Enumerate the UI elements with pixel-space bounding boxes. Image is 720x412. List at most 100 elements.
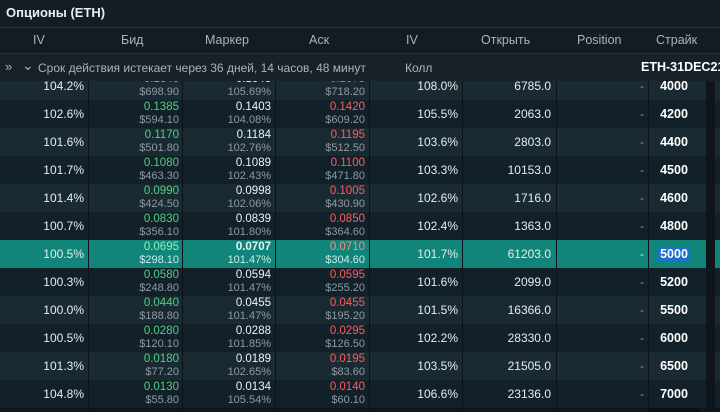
col-strike[interactable]: Страйк [656,33,697,47]
position-value: - [640,219,644,233]
strike-cell[interactable]: 4200 [648,100,700,128]
col-mark[interactable]: Маркер [205,33,249,47]
put-iv-value: 100.3% [43,275,84,289]
col-iv-call[interactable]: IV [406,33,418,47]
ask-price[interactable]: 0.1195 [331,129,365,141]
mark-iv: 101.47% [227,254,271,266]
mark-iv: 101.85% [227,338,271,350]
bid-price[interactable]: 0.0990 [144,185,179,197]
ask-price[interactable]: 0.0595 [330,269,365,281]
strike-cell[interactable]: 4600 [648,184,700,212]
open-interest: 16366.0 [507,303,551,317]
mark-price: 0.0455 [235,297,271,309]
mark-iv: 105.54% [227,394,271,406]
bid-price[interactable]: 0.1170 [145,129,179,141]
col-iv-put[interactable]: IV [33,33,45,47]
put-iv-value: 101.4% [43,191,84,205]
strike-value: 4600 [660,191,688,205]
open-interest: 1363.0 [514,219,551,233]
strike-cell[interactable]: 7000 [648,380,700,408]
strike-cell[interactable]: 5000 [648,240,700,268]
strike-cell[interactable]: 4000 [648,72,700,100]
ask-price[interactable]: 0.0850 [330,213,365,225]
position-value: - [640,359,644,373]
strike-cell[interactable]: 4400 [648,128,700,156]
bid-price[interactable]: 0.0130 [144,381,179,393]
double-chevron-icon[interactable]: » [5,59,12,74]
strike-cell[interactable]: 5200 [648,268,700,296]
bid-price[interactable]: 0.0580 [144,269,179,281]
strike-value: 6000 [660,331,688,345]
bid-price[interactable]: 0.0695 [144,241,179,253]
call-iv-value: 102.6% [417,191,458,205]
scrollbar[interactable] [706,81,715,412]
table-row[interactable]: 104.8% 0.0130 $55.80 0.0134 105.54% 0.0140 $60… [0,380,720,409]
strike-value: 4500 [660,163,688,177]
bid-usd: $424.50 [139,198,179,210]
call-iv-value: 101.7% [417,247,458,261]
bid-price[interactable]: 0.1080 [144,157,179,169]
strike-cell[interactable]: 6500 [648,352,700,380]
ask-usd: $718.20 [325,86,365,98]
table-row[interactable]: 100.0% 0.0440 $188.80 0.0455 101.47% 0.0455 $1… [0,296,720,325]
strike-value: 5200 [660,275,688,289]
table-row[interactable]: 101.3% 0.0180 $77.20 0.0189 102.65% 0.0195 $83… [0,352,720,381]
ask-price[interactable]: 0.0455 [330,297,365,309]
ask-price[interactable]: 0.1420 [330,101,365,113]
bid-usd: $594.10 [139,114,179,126]
column-divider [556,81,557,412]
strike-cell[interactable]: 5500 [648,296,700,324]
strike-cell[interactable]: 4800 [648,212,700,240]
bid-price[interactable]: 0.0830 [144,213,179,225]
options-table: 104.2%0.1640$698.900.1646105.69%0.1675$7… [0,81,720,412]
strike-value: 6500 [660,359,688,373]
put-iv-value: 102.6% [43,107,84,121]
position-value: - [640,191,644,205]
ask-usd: $255.20 [325,282,365,294]
table-row[interactable]: 101.6% 0.1170 $501.80 0.1184 102.76% 0.1195 $5… [0,128,720,157]
table-row[interactable]: 101.7% 0.1080 $463.30 0.1089 102.43% 0.1100 $4… [0,156,720,185]
ask-price[interactable]: 0.0295 [330,325,365,337]
table-row[interactable]: 100.3% 0.0580 $248.80 0.0594 101.47% 0.0595 $2… [0,268,720,297]
col-ask[interactable]: Аск [309,33,329,47]
col-position[interactable]: Position [577,33,621,47]
bid-price[interactable]: 0.0440 [144,297,179,309]
position-value: - [640,275,644,289]
ask-price[interactable]: 0.0140 [330,381,365,393]
strike-value: 7000 [660,387,688,401]
ask-usd: $83.60 [331,366,365,378]
bid-price[interactable]: 0.0180 [144,353,179,365]
ask-price[interactable]: 0.1675 [330,81,365,85]
table-row[interactable]: 104.2% 0.1640$698.90 0.1646105.69% 0.1675$7… [0,81,720,101]
strike-cell[interactable]: 4500 [648,156,700,184]
chevron-down-icon[interactable]: ⌄ [22,57,34,74]
table-row[interactable]: 100.5% 0.0280 $120.10 0.0288 101.85% 0.0295 $1… [0,324,720,353]
strike-value: 4000 [660,79,688,93]
call-iv-value: 106.6% [417,387,458,401]
expiry-row[interactable]: » ⌄ Срок действия истекает через 36 дней… [0,54,720,82]
bid-price[interactable]: 0.0280 [144,325,179,337]
table-row[interactable]: 101.4% 0.0990 $424.50 0.0998 102.06% 0.1005 $4… [0,184,720,213]
mark-iv: 102.65% [227,366,271,378]
ask-price[interactable]: 0.1100 [331,157,365,169]
mark-price: 0.0707 [235,241,271,253]
strike-cell[interactable]: 6000 [648,324,700,352]
ask-usd: $60.10 [331,394,365,406]
mark-price: 0.0288 [235,325,271,337]
ask-price[interactable]: 0.1005 [330,185,365,197]
ask-usd: $304.60 [325,254,365,266]
bid-price[interactable]: 0.1385 [144,101,179,113]
mark-iv: 102.06% [227,198,271,210]
put-iv-value: 101.6% [43,135,84,149]
table-row[interactable]: 102.6% 0.1385 $594.10 0.1403 104.08% 0.1420 $6… [0,100,720,129]
table-row[interactable]: 100.5% 0.0695 $298.10 0.0707 101.47% 0.0710 $3… [0,240,720,269]
col-open[interactable]: Открыть [481,33,530,47]
ask-price[interactable]: 0.0710 [330,241,365,253]
strike-value: 4200 [660,107,688,121]
bid-price[interactable]: 0.1640 [144,81,179,85]
mark-iv: 104.08% [227,114,271,126]
put-iv-value: 104.2% [43,81,84,93]
col-bid[interactable]: Бид [121,33,143,47]
ask-price[interactable]: 0.0195 [330,353,365,365]
table-row[interactable]: 100.7% 0.0830 $356.10 0.0839 101.80% 0.0850 $3… [0,212,720,241]
